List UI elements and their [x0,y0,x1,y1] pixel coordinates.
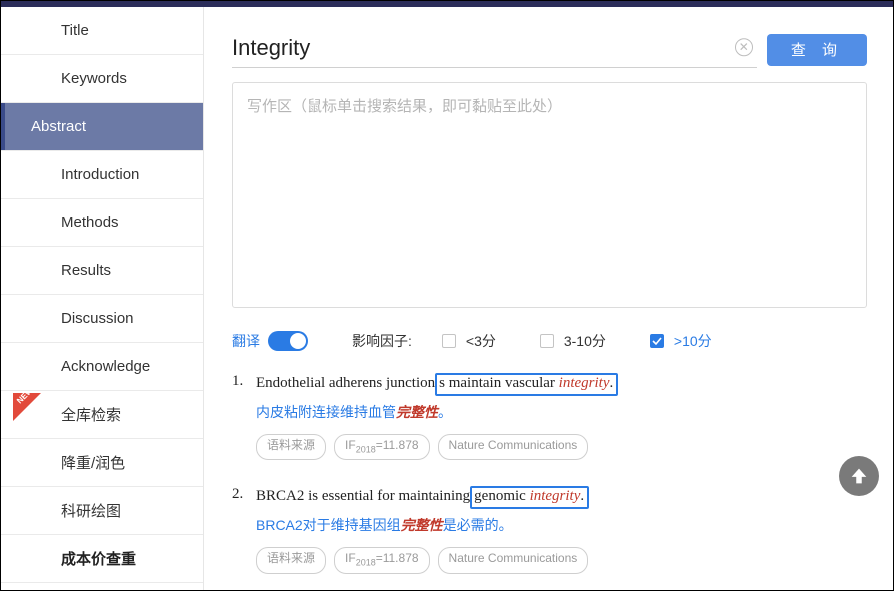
sidebar-item-label: Discussion [61,310,134,327]
pill-journal[interactable]: Nature Communications [438,434,589,460]
keyword-highlight: 完整性 [396,404,438,420]
sidebar-item-label: 全库检索 [61,404,121,425]
sidebar-item-label: Introduction [61,166,139,183]
sidebar-item-cost-plagiarism-check[interactable]: 成本价查重 [1,535,203,583]
if-filter-3to10[interactable]: 3-10分 [540,331,606,351]
writing-textarea[interactable] [232,82,867,308]
sidebar-item-rewrite-polish[interactable]: 降重/润色 [1,439,203,487]
sidebar: Title Keywords Abstract Introduction Met… [1,7,204,590]
checkbox-icon [442,334,456,348]
impact-factor-label: 影响因子: [352,331,412,351]
sidebar-item-acknowledge[interactable]: Acknowledge [1,343,203,391]
result-item[interactable]: 1. Endothelial adherens junctions mainta… [232,373,867,460]
keyword-highlight: 完整性 [401,517,443,533]
sidebar-item-label: Acknowledge [61,358,150,375]
sidebar-item-methods[interactable]: Methods [1,199,203,247]
pill-source[interactable]: 语料来源 [256,547,326,573]
sidebar-item-research-graphics[interactable]: 科研绘图 [1,487,203,535]
keyword-highlight: integrity [559,375,610,391]
clear-search-button[interactable]: ✕ [735,38,753,56]
result-pills: 语料来源 IF2018=11.878 Nature Communications [256,547,867,573]
sidebar-item-title[interactable]: Title [1,7,203,55]
sidebar-item-label: Results [61,262,111,279]
main-panel: ✕ 查 询 翻译 影响因子: <3分 3-10分 > [204,7,893,590]
translate-toggle[interactable] [268,331,308,351]
sidebar-item-label: Methods [61,214,119,231]
pill-journal[interactable]: Nature Communications [438,547,589,573]
result-item[interactable]: 2. BRCA2 is essential for maintaining ge… [232,486,867,573]
close-icon: ✕ [739,40,749,54]
result-english: BRCA2 is essential for maintaining genom… [256,486,867,509]
new-badge-icon: NEW [13,393,49,429]
pill-source[interactable]: 语料来源 [256,434,326,460]
if-filter-label: <3分 [466,331,496,351]
arrow-up-icon [848,465,870,487]
app-frame: Title Keywords Abstract Introduction Met… [0,0,894,591]
sidebar-item-keywords[interactable]: Keywords [1,55,203,103]
if-filter-gt10[interactable]: >10分 [650,331,712,351]
result-chinese: 内皮粘附连接维持血管完整性。 [256,402,867,422]
pill-if[interactable]: IF2018=11.878 [334,434,430,460]
sidebar-item-results[interactable]: Results [1,247,203,295]
sidebar-item-full-library-search[interactable]: NEW 全库检索 [1,391,203,439]
svg-text:NEW: NEW [15,393,35,405]
result-body: BRCA2 is essential for maintaining genom… [256,486,867,573]
query-button[interactable]: 查 询 [767,34,867,66]
sidebar-item-discussion[interactable]: Discussion [1,295,203,343]
checkbox-icon [540,334,554,348]
result-pills: 语料来源 IF2018=11.878 Nature Communications [256,434,867,460]
sidebar-item-label: 降重/润色 [61,452,125,473]
checkbox-icon [650,334,664,348]
highlight-box: genomic integrity. [470,486,589,509]
filter-row: 翻译 影响因子: <3分 3-10分 >10分 [232,331,867,351]
sidebar-item-label: 科研绘图 [61,500,121,521]
result-english: Endothelial adherens junctions maintain … [256,373,867,396]
sidebar-item-label: Title [61,22,89,39]
sidebar-item-introduction[interactable]: Introduction [1,151,203,199]
scroll-to-top-button[interactable] [839,456,879,496]
sidebar-item-abstract[interactable]: Abstract [1,103,203,151]
search-input[interactable] [232,35,723,61]
if-filter-label: 3-10分 [564,331,606,351]
sidebar-item-label: Keywords [61,70,127,87]
search-row: ✕ 查 询 [232,31,867,68]
result-number: 2. [232,486,256,573]
pill-if[interactable]: IF2018=11.878 [334,547,430,573]
sidebar-item-label: Abstract [31,118,86,135]
keyword-highlight: integrity [530,488,581,504]
translate-label: 翻译 [232,331,260,351]
if-filter-lt3[interactable]: <3分 [442,331,496,351]
if-filter-label: >10分 [674,331,712,351]
sidebar-item-label: 成本价查重 [61,548,136,569]
search-input-wrap: ✕ [232,31,757,68]
results-list: 1. Endothelial adherens junctions mainta… [232,373,867,574]
result-number: 1. [232,373,256,460]
result-chinese: BRCA2对于维持基因组完整性是必需的。 [256,515,867,535]
highlight-box: s maintain vascular integrity. [435,373,618,396]
result-body: Endothelial adherens junctions maintain … [256,373,867,460]
layout: Title Keywords Abstract Introduction Met… [1,7,893,590]
